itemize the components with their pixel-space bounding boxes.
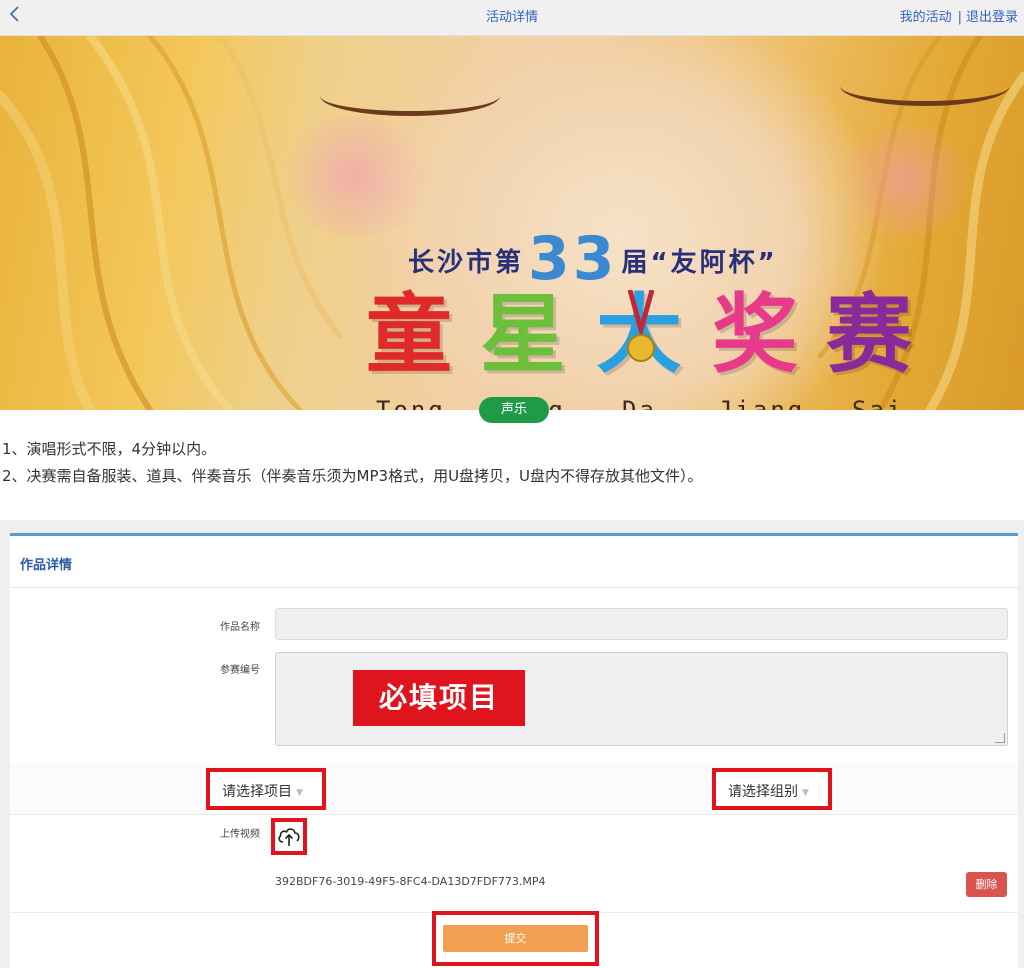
left-eye <box>320 76 500 116</box>
category-badge[interactable]: 声乐 <box>479 397 549 423</box>
title-char-1: 童 <box>366 285 452 385</box>
title-char-5: 赛 <box>826 285 912 385</box>
project-select-value: 请选择项目 <box>222 784 292 800</box>
right-eye <box>840 66 1010 106</box>
activity-banner: 长沙市第33届“友阿杯” 童 星 大 奖 赛 Tong Xing Da Jian… <box>0 36 1024 410</box>
work-name-label: 作品名称 <box>220 622 260 633</box>
activity-rules: 1、演唱形式不限，4分钟以内。 2、决赛需自备服装、道具、伴奏音乐（伴奏音乐须为… <box>2 436 703 490</box>
submit-highlight: 提交 <box>432 911 599 966</box>
banner-subtitle: 长沙市第33 届“友阿杯” <box>408 224 778 294</box>
work-name-input[interactable] <box>275 608 1008 640</box>
project-select[interactable]: 请选择项目 ▼ <box>206 768 326 810</box>
pinyin-1: Tong <box>376 396 446 410</box>
subtitle-prefix: 长沙市第 <box>408 248 525 278</box>
edition-number: 33 <box>528 224 618 294</box>
uploaded-file-name: 392BDF76-3019-49F5-8FC4-DA13D7FDF773.MP4 <box>275 875 546 888</box>
subtitle-suffix: 届“友阿杯” <box>621 248 778 278</box>
group-select[interactable]: 请选择组别 ▼ <box>712 768 832 810</box>
rule-item: 1、演唱形式不限，4分钟以内。 <box>2 440 217 458</box>
entry-id-label: 参赛编号 <box>220 665 260 676</box>
pinyin-5: Sai <box>852 396 905 410</box>
cloud-upload-icon <box>278 828 300 846</box>
submit-button[interactable]: 提交 <box>443 925 588 952</box>
resize-handle[interactable] <box>995 733 1005 743</box>
top-bar: 活动详情 我的活动 | 退出登录 <box>0 0 1024 36</box>
upload-video-button[interactable] <box>271 818 307 855</box>
top-links: 我的活动 | 退出登录 <box>900 6 1018 25</box>
page-title: 活动详情 <box>485 10 538 25</box>
title-char-4: 奖 <box>712 285 798 385</box>
link-separator: | <box>957 10 962 25</box>
required-annotation: 必填项目 <box>353 670 525 726</box>
dropdown-caret-icon: ▼ <box>296 788 303 798</box>
work-details-card: 作品详情 <box>10 533 1018 968</box>
title-char-2: 星 <box>480 285 566 385</box>
left-cheek <box>270 116 440 236</box>
medal-icon <box>627 290 655 362</box>
rule-item: 2、决赛需自备服装、道具、伴奏音乐（伴奏音乐须为MP3格式，用U盘拷贝，U盘内不… <box>2 467 703 485</box>
pinyin-4: Jiang <box>718 396 806 410</box>
right-cheek <box>830 126 980 236</box>
logout-link[interactable]: 退出登录 <box>966 10 1018 25</box>
pinyin-3: Da <box>622 396 657 410</box>
delete-button[interactable]: 删除 <box>966 872 1007 897</box>
divider <box>10 814 1018 815</box>
card-header: 作品详情 <box>10 536 1018 588</box>
my-activities-link[interactable]: 我的活动 <box>900 10 952 25</box>
upload-video-label: 上传视频 <box>220 829 260 840</box>
dropdown-caret-icon: ▼ <box>802 788 809 798</box>
group-select-value: 请选择组别 <box>728 784 798 800</box>
section-title: 作品详情 <box>20 558 73 573</box>
select-row <box>10 762 1018 814</box>
